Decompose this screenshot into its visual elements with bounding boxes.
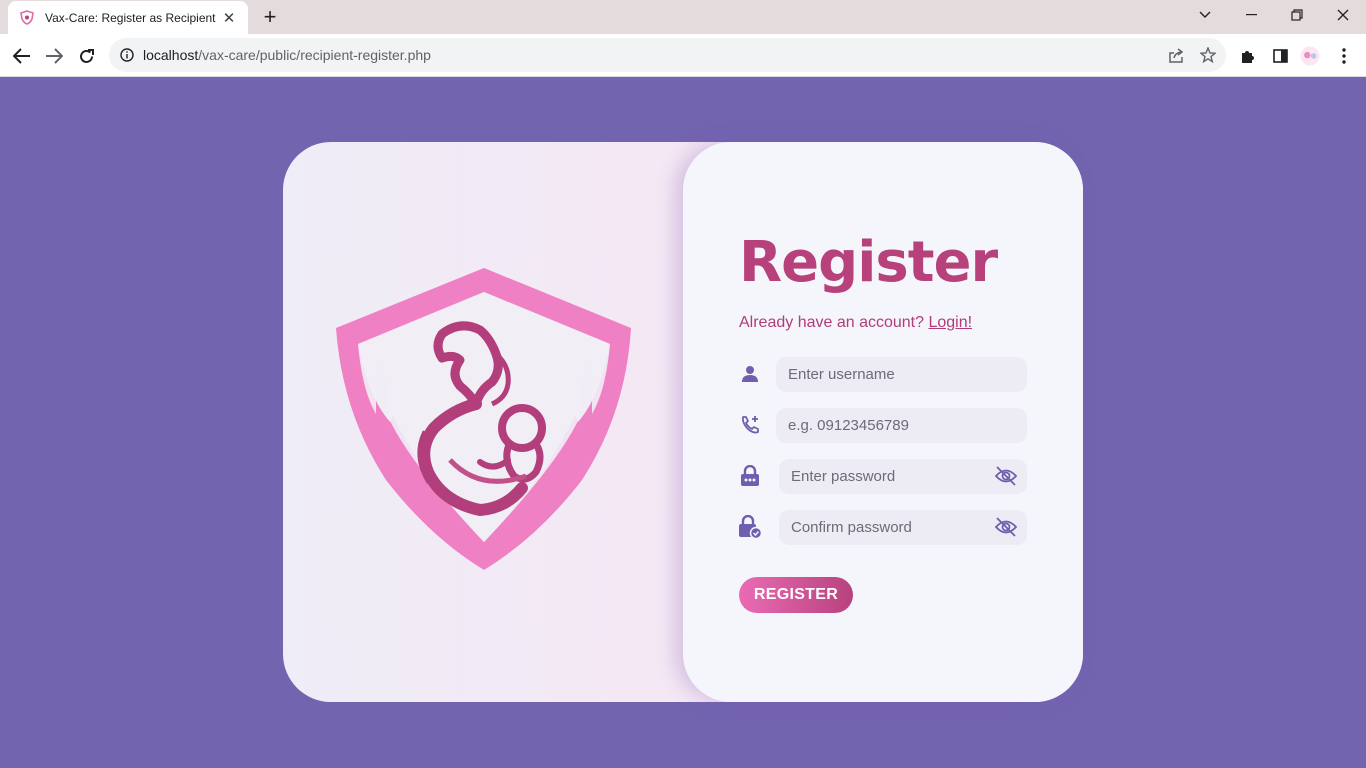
forward-arrow-icon[interactable] — [41, 43, 67, 69]
phone-input[interactable] — [776, 408, 1027, 443]
restore-icon[interactable] — [1283, 4, 1311, 26]
username-input[interactable] — [776, 357, 1027, 392]
vax-care-logo — [330, 262, 638, 574]
login-prompt: Already have an account? Login! — [739, 313, 972, 333]
mother-child-shield-icon — [336, 268, 631, 570]
side-panel-icon[interactable] — [1270, 46, 1290, 66]
reload-icon[interactable] — [73, 43, 99, 69]
person-icon — [738, 362, 762, 386]
eye-slash-icon[interactable] — [994, 516, 1018, 538]
eye-slash-icon[interactable] — [994, 465, 1018, 487]
login-link[interactable]: Login! — [928, 314, 972, 331]
close-tab-icon[interactable]: ✕ — [220, 9, 238, 27]
close-window-icon[interactable] — [1329, 4, 1357, 26]
minimize-icon[interactable] — [1237, 4, 1265, 26]
page-title: Register — [739, 230, 998, 295]
tab-strip: Vax-Care: Register as Recipient ✕ + — [0, 0, 1366, 34]
phone-plus-icon — [738, 413, 762, 437]
lock-icon — [738, 464, 762, 488]
url-text: localhost/vax-care/public/recipient-regi… — [143, 47, 431, 63]
address-bar[interactable]: localhost/vax-care/public/recipient-regi… — [109, 38, 1226, 72]
share-icon[interactable] — [1167, 46, 1185, 64]
bookmark-star-icon[interactable] — [1199, 46, 1217, 64]
back-arrow-icon[interactable] — [9, 43, 35, 69]
menu-kebab-icon[interactable] — [1334, 46, 1354, 66]
shield-favicon-icon — [18, 9, 36, 27]
lock-check-icon — [738, 515, 762, 539]
login-prompt-text: Already have an account? — [739, 314, 925, 331]
site-info-icon[interactable] — [120, 48, 134, 62]
profile-avatar-icon[interactable] — [1300, 46, 1320, 66]
register-button[interactable]: REGISTER — [739, 577, 853, 613]
browser-tab[interactable]: Vax-Care: Register as Recipient ✕ — [8, 1, 248, 34]
password-input[interactable] — [779, 459, 1027, 494]
tab-search-chevron-icon[interactable] — [1191, 4, 1219, 26]
confirm-password-input[interactable] — [779, 510, 1027, 545]
new-tab-icon[interactable]: + — [258, 4, 282, 29]
browser-toolbar: localhost/vax-care/public/recipient-regi… — [0, 34, 1366, 77]
tab-title: Vax-Care: Register as Recipient — [45, 10, 216, 25]
extensions-puzzle-icon[interactable] — [1238, 46, 1258, 66]
